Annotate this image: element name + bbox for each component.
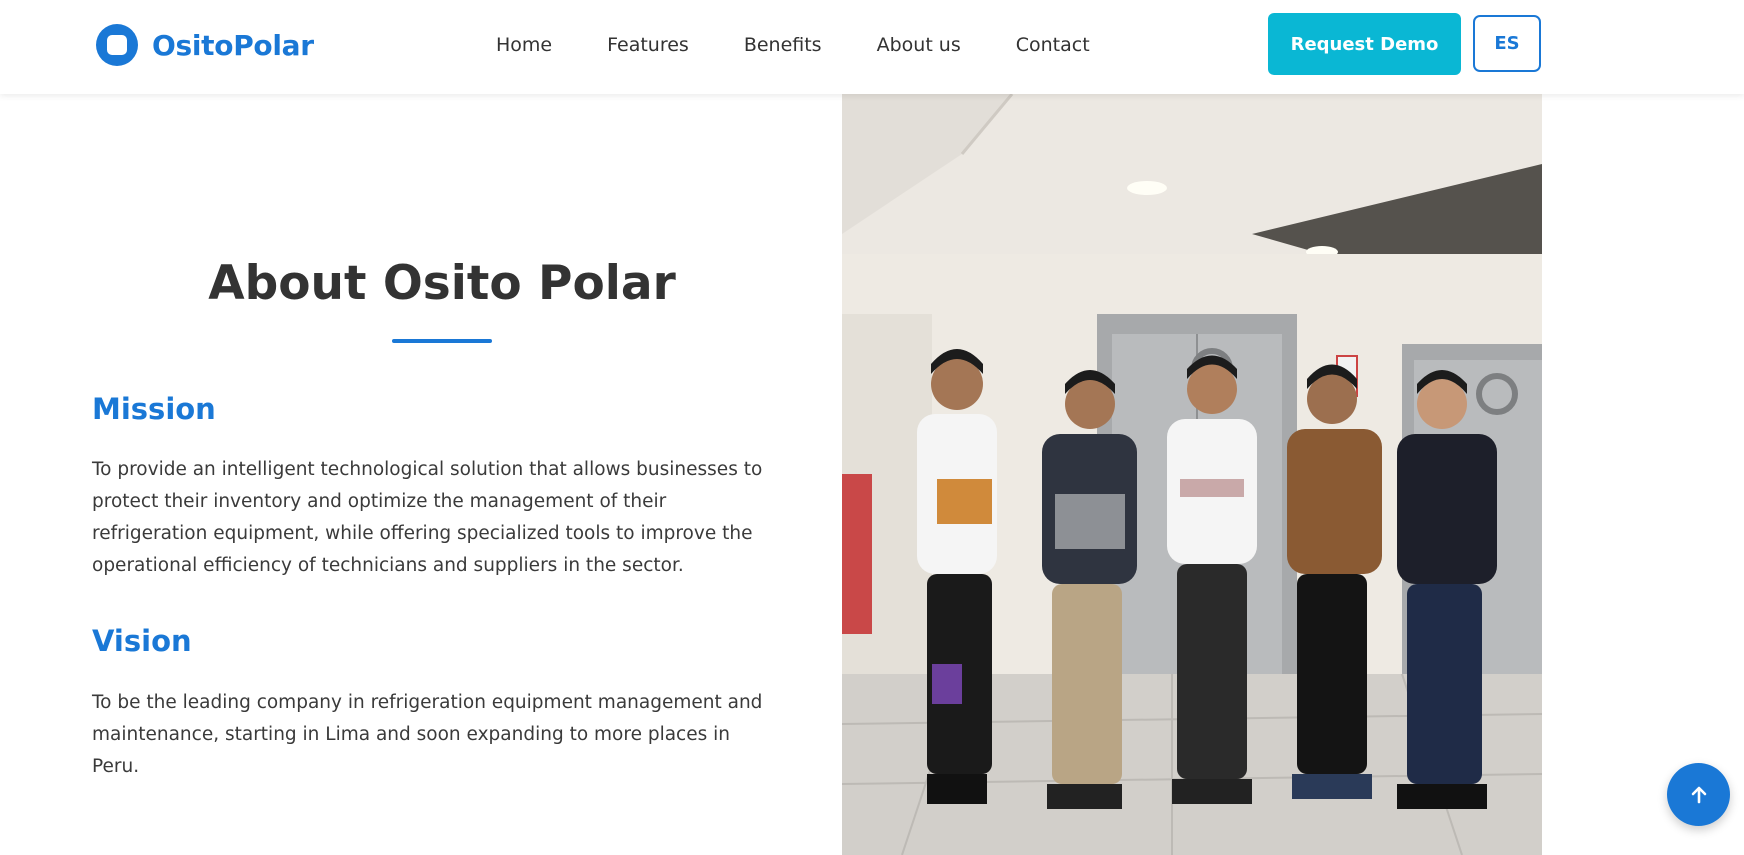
brand-name: OsitoPolar (152, 28, 314, 62)
nav-item-home[interactable]: Home (496, 34, 552, 56)
brand-logo-link[interactable]: OsitoPolar (96, 23, 314, 67)
vision-text: To be the leading company in refrigerati… (92, 692, 763, 777)
logo-icon (96, 24, 138, 66)
arrow-up-icon (1691, 786, 1706, 803)
language-toggle-button[interactable]: ES (1473, 15, 1541, 72)
main-nav: Home Features Benefits About us Contact (496, 30, 1145, 60)
scroll-to-top-button[interactable] (1667, 763, 1730, 826)
title-underline (392, 339, 492, 343)
team-photo-illustration (842, 94, 1542, 855)
nav-item-features[interactable]: Features (607, 34, 689, 56)
site-header: OsitoPolar Home Features Benefits About … (0, 0, 1744, 94)
about-title: About Osito Polar (208, 256, 676, 311)
mission-text: To provide an intelligent technological … (92, 459, 763, 576)
nav-item-contact[interactable]: Contact (1016, 34, 1090, 56)
nav-item-benefits[interactable]: Benefits (744, 34, 822, 56)
nav-item-about-us[interactable]: About us (877, 34, 961, 56)
about-section: About Osito Polar Mission To provide an … (92, 94, 762, 855)
team-photo (842, 94, 1542, 855)
mission-heading: Mission (92, 392, 216, 426)
request-demo-button[interactable]: Request Demo (1268, 13, 1461, 75)
vision-heading: Vision (92, 624, 192, 658)
